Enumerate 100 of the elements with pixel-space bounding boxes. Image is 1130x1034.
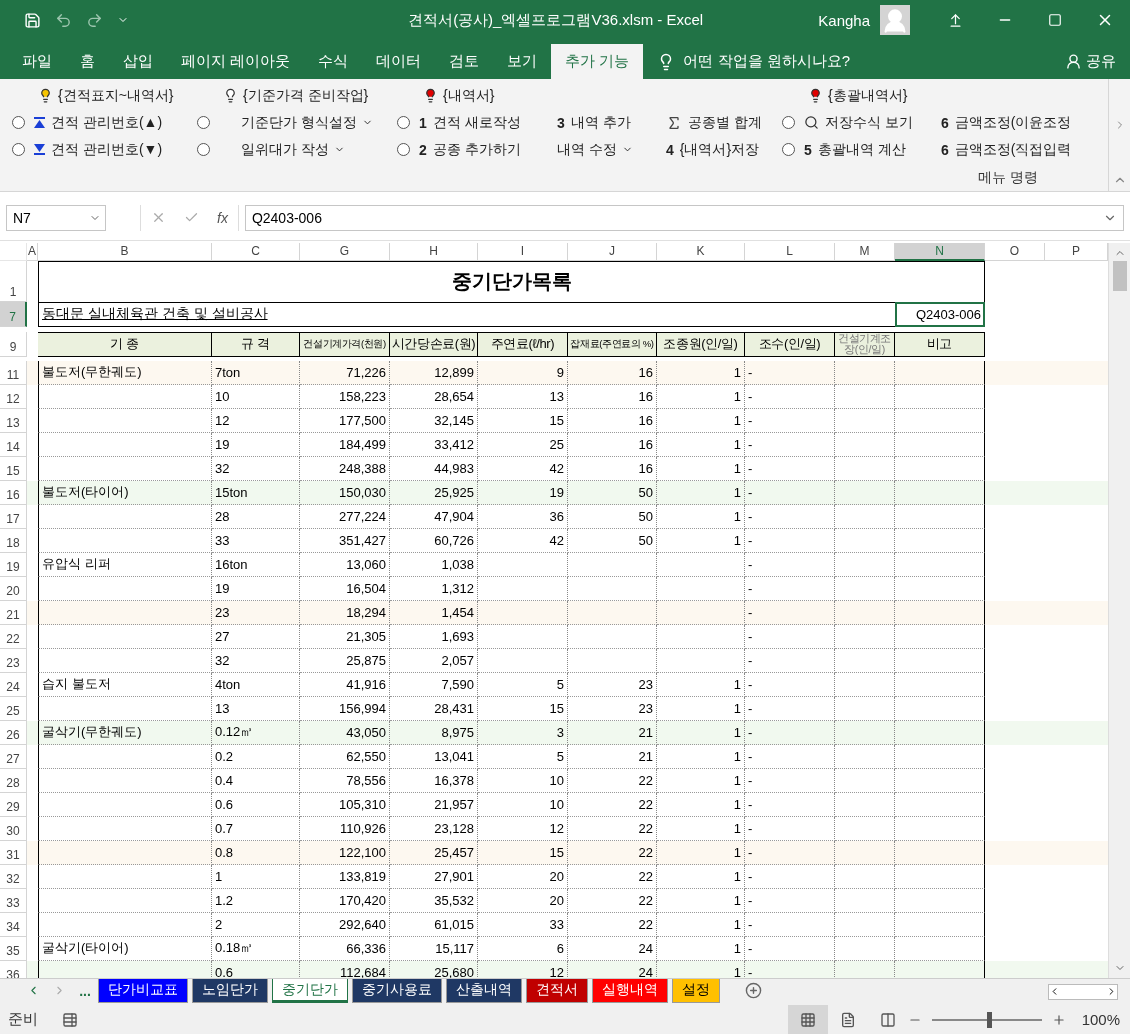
add-sheet-icon[interactable]: [744, 982, 762, 1000]
menu-command[interactable]: 공종별 합계: [666, 113, 762, 132]
row-header[interactable]: 28: [0, 768, 27, 793]
ribbon-tab[interactable]: 삽입: [109, 44, 167, 80]
column-header[interactable]: H: [390, 242, 478, 261]
menu-command[interactable]: 4 {내역서}저장: [666, 140, 760, 159]
sheet-tab[interactable]: 견적서: [526, 978, 588, 1003]
row-header[interactable]: 20: [0, 576, 27, 601]
ribbon-tab[interactable]: 수식: [304, 44, 363, 80]
estimate-code[interactable]: Q2403-006: [895, 301, 985, 327]
column-header[interactable]: N: [895, 242, 985, 261]
menu-command[interactable]: 저장수식 보기: [804, 113, 913, 132]
formula-field[interactable]: Q2403-006: [244, 204, 1124, 231]
sheet-tab[interactable]: 산출내역: [446, 978, 522, 1003]
row-header[interactable]: 12: [0, 384, 27, 409]
page-break-icon[interactable]: [879, 1011, 896, 1028]
column-header[interactable]: J: [568, 242, 657, 261]
column-header[interactable]: C: [212, 242, 300, 261]
column-header[interactable]: I: [478, 242, 568, 261]
share-button[interactable]: 공유: [1065, 44, 1116, 80]
tell-me-search[interactable]: 어떤 작업을 원하시나요?: [657, 44, 1065, 80]
row-header[interactable]: 30: [0, 816, 27, 841]
macro-record-icon[interactable]: [62, 1011, 78, 1028]
ribbon-tab[interactable]: 검토: [435, 44, 494, 80]
ribbon-tab[interactable]: 보기: [493, 44, 552, 80]
row-header[interactable]: 9: [0, 331, 27, 357]
menu-command[interactable]: 2 공종 추가하기: [419, 140, 521, 159]
radio-button[interactable]: [12, 143, 25, 157]
ribbon-tab[interactable]: 페이지 레이아웃: [167, 44, 305, 80]
row-header[interactable]: 19: [0, 552, 27, 577]
more-sheets-button[interactable]: ...: [72, 978, 98, 1003]
row-header[interactable]: 25: [0, 696, 27, 721]
row-header[interactable]: 35: [0, 936, 27, 961]
row-header[interactable]: 11: [0, 360, 27, 385]
row-header[interactable]: 27: [0, 744, 27, 769]
column-header[interactable]: A: [27, 242, 38, 261]
radio-button[interactable]: [12, 116, 25, 130]
horizontal-scrollbar[interactable]: [1048, 983, 1118, 1000]
ribbon-tab[interactable]: 데이터: [362, 44, 436, 80]
column-header[interactable]: B: [38, 242, 212, 261]
name-box[interactable]: N7: [6, 204, 106, 231]
row-header[interactable]: 13: [0, 408, 27, 433]
menu-command[interactable]: 6 금액조정(직접입력: [941, 140, 1072, 159]
row-header[interactable]: 29: [0, 792, 27, 817]
radio-button[interactable]: [397, 143, 410, 157]
row-header[interactable]: 14: [0, 432, 27, 457]
row-header[interactable]: 1: [0, 260, 27, 302]
ribbon-tab[interactable]: 홈: [66, 44, 109, 80]
save-icon[interactable]: [24, 11, 41, 29]
zoom-in-icon[interactable]: [1051, 1012, 1066, 1027]
radio-button[interactable]: [782, 143, 795, 157]
undo-icon[interactable]: [55, 11, 72, 29]
row-header[interactable]: 21: [0, 600, 27, 625]
sheet-tab[interactable]: 중기사용료: [352, 978, 442, 1003]
radio-button[interactable]: [197, 116, 210, 130]
page-layout-icon[interactable]: [839, 1011, 856, 1028]
radio-button[interactable]: [397, 116, 410, 130]
menu-command[interactable]: 3 내역 추가: [557, 113, 631, 132]
row-header[interactable]: 16: [0, 480, 27, 505]
menu-command[interactable]: 일위대가 작성: [241, 140, 329, 159]
row-header[interactable]: 22: [0, 624, 27, 649]
row-header[interactable]: 31: [0, 840, 27, 865]
column-header[interactable]: K: [657, 242, 745, 261]
radio-button[interactable]: [197, 143, 210, 157]
column-header[interactable]: L: [745, 242, 835, 261]
row-header[interactable]: 17: [0, 504, 27, 529]
menu-command[interactable]: 견적 관리번호(▲): [34, 113, 163, 132]
menu-command[interactable]: 6 금액조정(이윤조정: [941, 113, 1072, 132]
column-header[interactable]: P: [1045, 242, 1108, 261]
row-header[interactable]: 18: [0, 528, 27, 553]
row-header[interactable]: 32: [0, 864, 27, 889]
row-header[interactable]: 15: [0, 456, 27, 481]
sheet-tab[interactable]: 노임단가: [192, 978, 268, 1003]
menu-command[interactable]: 견적 관리번호(▼): [34, 140, 163, 159]
menu-command[interactable]: 내역 수정: [557, 140, 617, 159]
column-header[interactable]: O: [985, 242, 1045, 261]
table-cell: 71,226: [300, 360, 390, 385]
ribbon-tab[interactable]: 추가 기능: [551, 44, 644, 80]
radio-button[interactable]: [782, 116, 795, 130]
normal-view-button[interactable]: [787, 1005, 828, 1034]
row-header[interactable]: 24: [0, 672, 27, 697]
sheet-tab[interactable]: 중기단가: [272, 978, 348, 1003]
row-header[interactable]: 23: [0, 648, 27, 673]
scrollbar-thumb[interactable]: [1112, 260, 1127, 291]
menu-command[interactable]: 1 견적 새로작성: [419, 113, 521, 132]
menu-command[interactable]: 5 총괄내역 계산: [804, 140, 906, 159]
ribbon-tab[interactable]: 파일: [8, 44, 66, 80]
row-header[interactable]: 33: [0, 888, 27, 913]
maximize-icon[interactable]: [1048, 13, 1062, 27]
insert-function-button[interactable]: fx: [217, 209, 228, 226]
sheet-tab[interactable]: 설정: [672, 978, 720, 1003]
redo-icon[interactable]: [86, 11, 103, 29]
sheet-tab[interactable]: 단가비교표: [98, 978, 188, 1003]
row-header[interactable]: 34: [0, 912, 27, 937]
row-header[interactable]: 7: [0, 301, 27, 327]
menu-command[interactable]: 기준단가 형식설정: [241, 113, 357, 132]
sheet-tab[interactable]: 실행내역: [592, 978, 668, 1003]
row-header[interactable]: 26: [0, 720, 27, 745]
column-header[interactable]: M: [835, 242, 895, 261]
column-header[interactable]: G: [300, 242, 390, 261]
